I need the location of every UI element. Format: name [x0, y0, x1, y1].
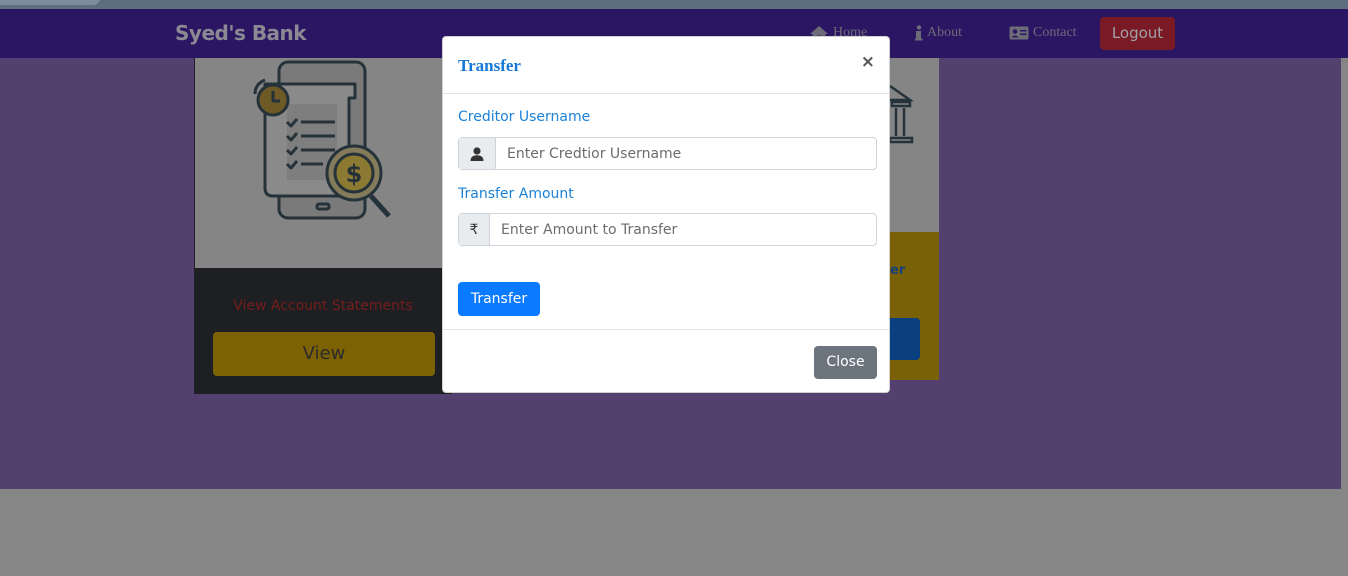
bank-building-icon [888, 84, 914, 144]
close-icon[interactable]: × [861, 52, 875, 72]
transfer-amount-group: ₹ [458, 213, 877, 246]
rupee-icon: ₹ [459, 214, 490, 245]
creditor-username-group [458, 137, 877, 170]
transfer-card-caption-fragment: er [890, 263, 906, 278]
nav-item-contact[interactable]: Contact [1009, 25, 1077, 41]
nav-item-label: Contact [1033, 25, 1077, 40]
browser-tab-fragment [0, 0, 100, 5]
statement-dollar-icon: $ [253, 60, 391, 220]
logout-button[interactable]: Logout [1100, 17, 1175, 50]
nav-item-about[interactable]: About [915, 25, 962, 41]
statements-card: $ View Account Statements View [194, 58, 452, 394]
transfer-modal: Transfer × Creditor Username Transfer Am… [442, 36, 890, 393]
brand-logo[interactable]: Syed's Bank [175, 21, 307, 45]
user-icon [459, 138, 496, 169]
creditor-username-input[interactable] [496, 138, 876, 169]
transfer-card-image [888, 58, 939, 232]
nav-item-label: About [927, 25, 962, 40]
creditor-username-label: Creditor Username [458, 109, 591, 125]
modal-header: Transfer × [443, 37, 889, 94]
browser-top-strip [0, 0, 1348, 9]
view-statements-button[interactable]: View [213, 332, 435, 376]
svg-text:$: $ [346, 160, 363, 188]
transfer-card: er [888, 58, 939, 380]
transfer-card-button[interactable] [890, 318, 920, 360]
modal-footer-divider [443, 329, 889, 330]
transfer-amount-input[interactable] [490, 214, 876, 245]
transfer-amount-label: Transfer Amount [458, 186, 574, 202]
contact-card-icon [1009, 26, 1029, 40]
close-button[interactable]: Close [814, 346, 877, 379]
info-icon [915, 25, 923, 41]
modal-title: Transfer [458, 56, 521, 75]
transfer-submit-button[interactable]: Transfer [458, 282, 540, 316]
statements-card-image: $ [195, 58, 451, 268]
statements-card-caption: View Account Statements [233, 298, 413, 314]
